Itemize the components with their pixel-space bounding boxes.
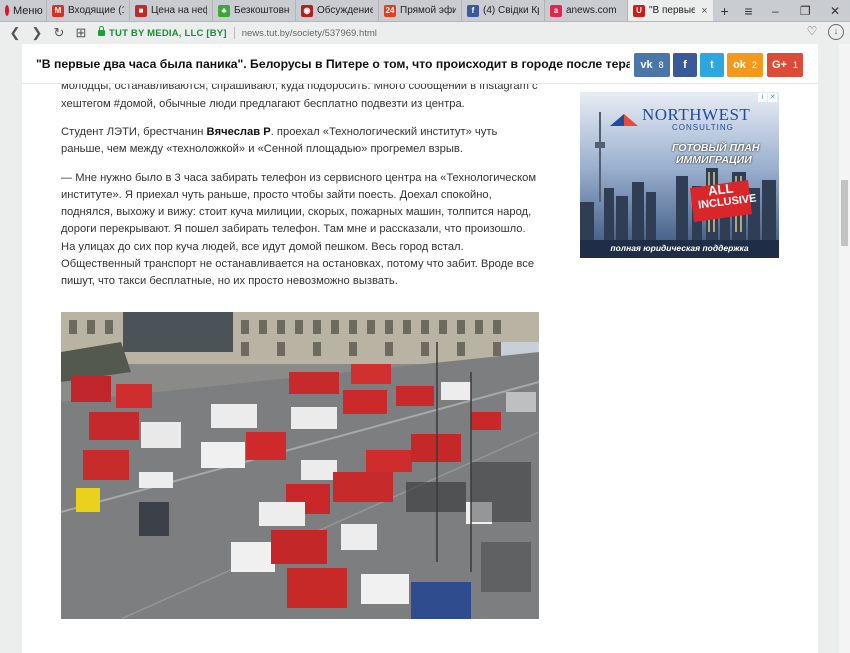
share-google-plus-button[interactable]: G+ 1	[767, 53, 803, 77]
menu-label: Меню	[13, 4, 43, 17]
article-title: "В первые два часа была паника". Белорус…	[36, 57, 630, 71]
tab-label: Безкоштовно	[234, 5, 290, 16]
ad-headline-1: ГОТОВЫЙ ПЛАН	[672, 142, 760, 154]
odnoklassniki-icon: ok	[733, 59, 746, 71]
scrollbar-thumb[interactable]	[841, 180, 848, 246]
person-name: Вячеслав Р	[206, 126, 271, 138]
bookmark-heart-icon[interactable]: ♡	[804, 24, 820, 40]
tab-label: anews.com	[566, 5, 617, 16]
tab-3[interactable]: ◉ Обсуждение	[295, 0, 378, 21]
page-viewport: "В первые два часа была паника". Белорус…	[0, 44, 850, 653]
maximize-button[interactable]: ❐	[790, 0, 820, 21]
address-bar: ❮ ❯ ↻ ⊞ TUT BY MEDIA, LLC [BY] news.tut.…	[0, 22, 850, 44]
twitter-icon: t	[710, 59, 714, 71]
opera-menu-button[interactable]: Меню	[0, 0, 46, 21]
share-twitter-button[interactable]: t	[700, 53, 724, 77]
sticky-header: "В первые два часа была паника". Белорус…	[22, 44, 818, 84]
speed-dial-grid-icon[interactable]: ⊞	[70, 25, 92, 41]
download-icon[interactable]: ↓	[828, 24, 844, 40]
share-count: 1	[792, 60, 798, 70]
minimize-button[interactable]: –	[760, 0, 790, 21]
ad-close-icon[interactable]: ✕	[768, 93, 777, 102]
ad-info-icon[interactable]: i	[758, 93, 767, 102]
forward-icon[interactable]: ❯	[26, 25, 48, 41]
share-count: 2	[751, 60, 757, 70]
tab-1[interactable]: ■ Цена на нефть	[129, 0, 212, 21]
close-tab-icon[interactable]: ×	[701, 5, 707, 17]
ad-brand: NORTHWEST	[642, 105, 751, 124]
url-field[interactable]: TUT BY MEDIA, LLC [BY] news.tut.by/socie…	[98, 25, 798, 41]
page-icon: ■	[135, 4, 147, 17]
ad-controls: i ✕	[758, 93, 777, 102]
gmail-icon: M	[52, 4, 64, 17]
tab-label: Цена на нефть	[151, 5, 207, 16]
ad-footer: полная юридическая поддержка	[610, 243, 749, 253]
tab-strip: Меню M Входящие (1) ■ Цена на нефть ♣ Безкошт…	[0, 0, 850, 22]
tutby-icon: U	[633, 4, 645, 17]
tab-6[interactable]: a anews.com	[544, 0, 627, 21]
tab-0[interactable]: M Входящие (1)	[46, 0, 129, 21]
tab-menu-icon[interactable]: ≡	[737, 0, 761, 21]
tab-label: Обсуждение	[317, 5, 373, 16]
share-vk-button[interactable]: vk 8	[634, 53, 670, 77]
share-facebook-button[interactable]: f	[673, 53, 697, 77]
article-photo	[61, 312, 539, 619]
tab-label: "В первые дв	[649, 5, 696, 16]
vk-icon: vk	[640, 59, 653, 71]
leaf-icon: ♣	[218, 4, 230, 17]
paragraph-0: на наземном общественном транспорте, кот…	[61, 84, 538, 110]
tab-label: Входящие (1)	[68, 5, 124, 16]
opera-logo-icon	[5, 5, 9, 16]
vertical-scrollbar[interactable]	[839, 44, 850, 653]
share-odnoklassniki-button[interactable]: ok 2	[727, 53, 763, 77]
facebook-icon: f	[683, 59, 687, 71]
tab-4[interactable]: 24 Прямой эфир	[378, 0, 461, 21]
reload-icon[interactable]: ↻	[48, 25, 70, 41]
google-plus-icon: G+	[772, 59, 787, 71]
share-count: 8	[658, 60, 664, 70]
certificate-label: TUT BY MEDIA, LLC [BY]	[109, 27, 227, 39]
tab-5[interactable]: f (4) Свідки Кр	[461, 0, 544, 21]
paragraph-1: Студент ЛЭТИ, брестчанин Вячеслав Р. про…	[61, 126, 498, 156]
article-body: на наземном общественном транспорте, кот…	[61, 84, 541, 302]
ad-banner[interactable]: i ✕ NORTHWEST CONSULTING ГОТОВЫЙ ПЛАН ИМ…	[580, 92, 779, 258]
tab-label: (4) Свідки Кр	[483, 5, 539, 16]
article-page: "В первые два часа была паника". Белорус…	[22, 44, 818, 653]
ad-headline-2: ИММИГРАЦИИ	[676, 154, 752, 166]
tab-list: M Входящие (1) ■ Цена на нефть ♣ Безкоштовно ◉…	[46, 0, 627, 21]
facebook-icon: f	[467, 4, 479, 17]
tab-label: Прямой эфир	[400, 5, 456, 16]
url-text: news.tut.by/society/537969.html	[241, 27, 377, 39]
paragraph-2: — Мне нужно было в 3 часа забирать телеф…	[61, 171, 537, 288]
tab-2[interactable]: ♣ Безкоштовно	[212, 0, 295, 21]
photo-emergency-vehicles-street	[61, 312, 539, 619]
tab-active[interactable]: U "В первые дв ×	[627, 0, 713, 21]
ad-brand-sub: CONSULTING	[672, 123, 734, 132]
close-window-button[interactable]: ✕	[820, 0, 850, 21]
anews-icon: a	[550, 4, 562, 17]
channel-24-icon: 24	[384, 4, 396, 17]
new-tab-button[interactable]: +	[713, 0, 737, 21]
lock-icon	[98, 26, 105, 36]
car-icon: ◉	[301, 4, 313, 17]
back-icon[interactable]: ❮	[4, 25, 26, 41]
